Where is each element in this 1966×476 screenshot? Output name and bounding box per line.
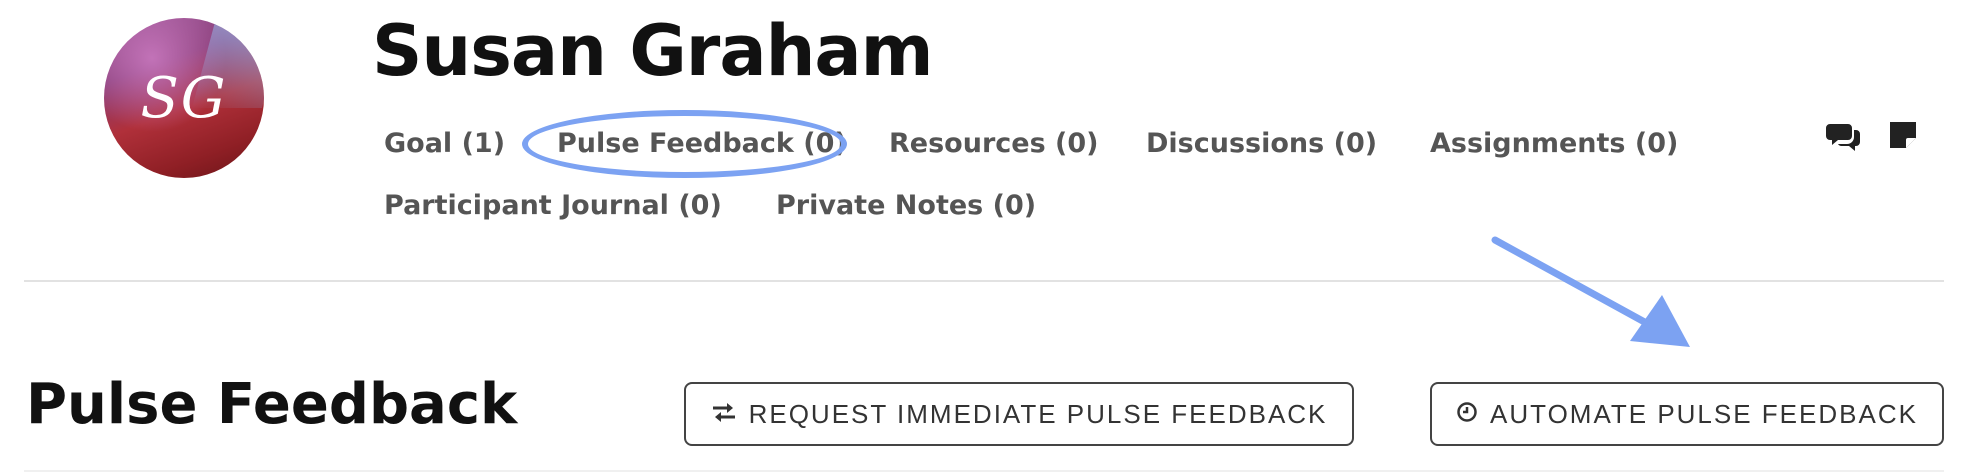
section-title: Pulse Feedback (26, 372, 518, 437)
tab-pulse-feedback[interactable]: Pulse Feedback (0) (557, 128, 847, 159)
request-button-label: REQUEST IMMEDIATE PULSE FEEDBACK (748, 398, 1328, 429)
avatar: SG (104, 18, 264, 178)
chat-icon[interactable] (1826, 120, 1862, 152)
automate-pulse-feedback-button[interactable]: AUTOMATE PULSE FEEDBACK (1430, 382, 1944, 446)
tab-discussions[interactable]: Discussions (0) (1146, 128, 1377, 159)
avatar-initials: SG (140, 66, 228, 131)
tab-private-notes[interactable]: Private Notes (0) (776, 190, 1036, 221)
section-divider (24, 470, 1944, 472)
tab-assignments[interactable]: Assignments (0) (1430, 128, 1678, 159)
swap-arrows-icon (711, 399, 737, 430)
tab-participant-journal[interactable]: Participant Journal (0) (384, 190, 722, 221)
note-icon[interactable] (1888, 120, 1918, 150)
tab-goal[interactable]: Goal (1) (384, 128, 505, 159)
request-immediate-pulse-feedback-button[interactable]: REQUEST IMMEDIATE PULSE FEEDBACK (684, 382, 1354, 446)
tab-resources[interactable]: Resources (0) (889, 128, 1099, 159)
automate-button-label: AUTOMATE PULSE FEEDBACK (1490, 398, 1918, 429)
clock-icon (1456, 399, 1478, 430)
annotation-arrow (1491, 236, 1690, 347)
participant-name: Susan Graham (372, 10, 934, 92)
